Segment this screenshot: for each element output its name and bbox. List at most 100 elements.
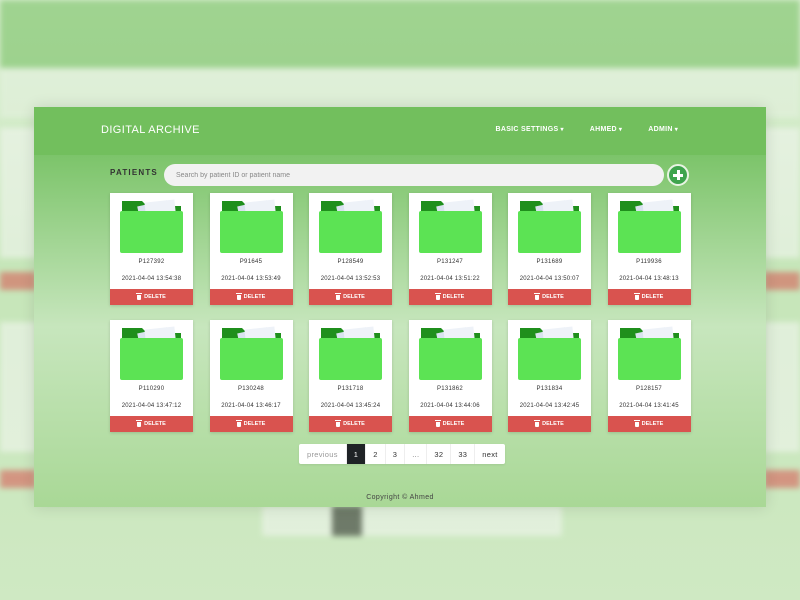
pagination-previous[interactable]: previous [299,444,347,464]
pagination-next[interactable]: next [475,444,504,464]
folder-icon [219,326,283,380]
delete-button[interactable]: DELETE [309,416,392,432]
nav-admin[interactable]: ADMIN ▾ [648,126,678,133]
trash-icon [633,420,640,427]
delete-label: DELETE [243,294,266,300]
pagination: previous 1 2 3... 32 33 next [299,444,505,464]
patient-date: 2021-04-04 13:45:24 [320,403,381,409]
patient-card[interactable]: P131247 2021-04-04 13:51:22 DELETE [408,193,492,305]
caret-down-icon: ▾ [674,127,678,133]
patient-card[interactable]: P130248 2021-04-04 13:46:17 DELETE [209,320,293,432]
delete-button[interactable]: DELETE [607,289,691,305]
folder-icon [518,199,581,253]
patient-card[interactable]: P128157 2021-04-04 13:41:45 DELETE [607,320,691,432]
app-window: DIGITAL ARCHIVE BASIC SETTINGS ▾ AHMED ▾ A… [34,107,766,507]
delete-button[interactable]: DELETE [607,416,691,432]
folder-icon [319,326,382,380]
pagination-page[interactable]: 3 [386,444,406,464]
delete-label: DELETE [542,421,564,427]
pagination-page[interactable]: 32 [427,444,452,464]
delete-label: DELETE [442,421,465,427]
add-patient-button[interactable] [667,164,689,186]
folder-icon [418,326,482,380]
delete-button[interactable]: DELETE [209,416,293,432]
patient-card[interactable]: P119936 2021-04-04 13:48:13 DELETE [607,193,691,305]
delete-label: DELETE [442,294,465,300]
patient-date: 2021-04-04 13:48:13 [619,276,679,282]
folder-icon [120,199,183,253]
delete-button[interactable]: DELETE [508,416,591,432]
patient-id: P91645 [239,259,263,265]
folder-icon [518,326,581,380]
patient-date: 2021-04-04 13:47:12 [121,403,182,409]
caret-down-icon: ▾ [618,127,623,133]
delete-label: DELETE [243,421,266,427]
patient-id: P131862 [436,386,464,392]
patient-date: 2021-04-04 13:54:38 [121,276,182,282]
patient-id: P127392 [138,259,165,265]
trash-icon [335,420,342,427]
patient-date: 2021-04-04 13:51:22 [420,276,480,282]
patient-card[interactable]: P131862 2021-04-04 13:44:06 DELETE [408,320,492,432]
trash-icon [136,293,143,300]
pagination-page[interactable]: 2 [366,444,386,464]
trash-icon [633,293,640,300]
patient-card[interactable]: P127392 2021-04-04 13:54:38 DELETE [110,193,193,305]
patient-date: 2021-04-04 13:46:17 [221,403,281,409]
delete-label: DELETE [641,294,664,300]
nav-user[interactable]: AHMED ▾ [590,126,622,133]
delete-button[interactable]: DELETE [110,289,193,305]
patient-date: 2021-04-04 13:41:45 [619,403,679,409]
folder-icon [617,326,681,380]
trash-icon [136,420,143,427]
patient-id: P128157 [635,386,663,392]
patient-date: 2021-04-04 13:44:06 [420,403,480,409]
delete-button[interactable]: DELETE [110,416,193,432]
nav-basic-settings[interactable]: BASIC SETTINGS ▾ [496,126,564,133]
delete-button[interactable]: DELETE [408,289,492,305]
delete-button[interactable]: DELETE [408,416,492,432]
trash-icon [534,420,541,427]
delete-button[interactable]: DELETE [309,289,392,305]
patient-id: P131247 [436,259,464,265]
caret-down-icon: ▾ [560,127,564,133]
trash-icon [434,293,441,300]
trash-icon [434,420,441,427]
trash-icon [335,293,342,300]
folder-icon [219,199,283,253]
patient-id: P110290 [138,386,165,392]
delete-label: DELETE [144,294,166,300]
pagination-page[interactable]: 1 [346,444,367,464]
patient-card[interactable]: P131689 2021-04-04 13:50:07 DELETE [508,193,591,305]
patient-date: 2021-04-04 13:52:53 [320,276,381,282]
patient-date: 2021-04-04 13:53:49 [221,276,281,282]
app-title[interactable]: DIGITAL ARCHIVE [101,124,200,136]
folder-icon [319,199,382,253]
delete-button[interactable]: DELETE [209,289,293,305]
search-input[interactable] [164,164,664,186]
delete-label: DELETE [641,421,664,427]
delete-label: DELETE [343,294,365,300]
patient-card[interactable]: P131834 2021-04-04 13:42:45 DELETE [508,320,591,432]
patient-card[interactable]: P110290 2021-04-04 13:47:12 DELETE [110,320,193,432]
trash-icon [235,293,242,300]
patient-id: P131689 [536,259,563,265]
patient-card[interactable]: P128549 2021-04-04 13:52:53 DELETE [309,193,392,305]
trash-icon [235,420,242,427]
patient-id: P131834 [536,386,563,392]
folder-icon [120,326,183,380]
pagination-page[interactable]: 33 [451,444,476,464]
patient-card[interactable]: P91645 2021-04-04 13:53:49 DELETE [209,193,293,305]
delete-label: DELETE [343,421,365,427]
patient-card[interactable]: P131718 2021-04-04 13:45:24 DELETE [309,320,392,432]
patient-date: 2021-04-04 13:50:07 [519,276,580,282]
delete-button[interactable]: DELETE [508,289,591,305]
trash-icon [534,293,541,300]
patient-id: P130248 [237,386,265,392]
nav-admin-label: ADMIN [648,126,673,133]
nav-basic-settings-label: BASIC SETTINGS [495,126,559,133]
footer-copyright: Copyright © Ahmed [366,494,434,501]
delete-label: DELETE [144,421,166,427]
nav-user-label: AHMED [589,126,617,133]
top-navbar: DIGITAL ARCHIVE BASIC SETTINGS ▾ AHMED ▾ A… [34,107,766,155]
